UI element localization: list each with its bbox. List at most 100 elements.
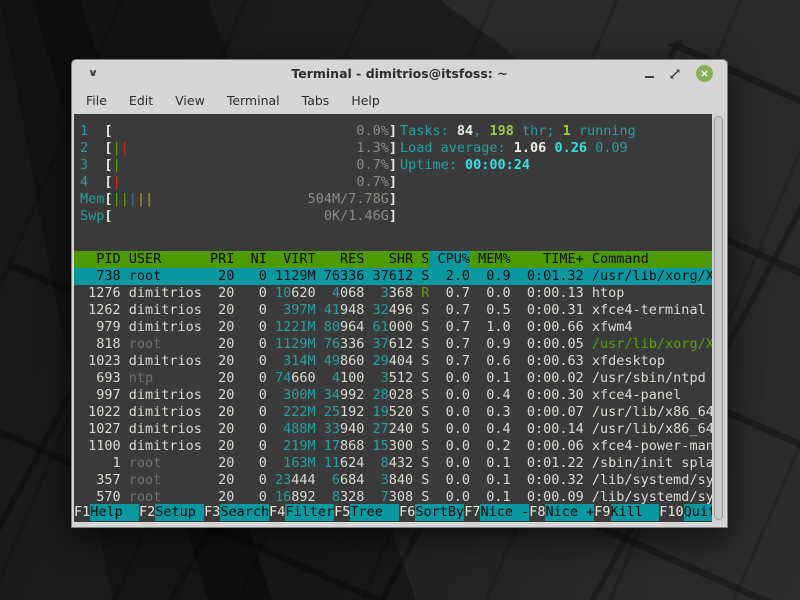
cell-user: dimitrios xyxy=(129,404,202,421)
cell-time: 0:00.05 xyxy=(519,336,584,353)
titlebar[interactable]: ∨ Terminal - dimitrios@itsfoss: ~ × xyxy=(72,60,727,87)
cell-user: root xyxy=(129,268,202,285)
cell-res: 76336 xyxy=(324,268,365,285)
cell-shr: 61000 xyxy=(373,319,414,336)
info-text: thr; xyxy=(514,123,563,139)
fkey-F1[interactable]: F1Help xyxy=(74,504,139,521)
column-header-cpu-sorted[interactable]: CPU% xyxy=(429,251,470,268)
cell-pri: 20 xyxy=(210,370,234,387)
fkey-label: Quit xyxy=(684,504,712,521)
fkey-F4[interactable]: F4Filter xyxy=(269,504,334,521)
column-header-command[interactable]: Command xyxy=(592,251,712,268)
column-header-time[interactable]: TIME+ xyxy=(519,251,584,268)
cell-mem: 0.0 xyxy=(478,285,511,302)
meter-value: 504M/7.78G xyxy=(308,191,389,208)
menu-tabs[interactable]: Tabs xyxy=(302,93,330,108)
column-header-ni[interactable]: NI xyxy=(243,251,267,268)
cell-mem: 0.6 xyxy=(478,353,511,370)
column-header-mem[interactable]: MEM% xyxy=(478,251,511,268)
meter-bracket: ] xyxy=(389,191,397,208)
cell-res: 76336 xyxy=(324,336,365,353)
fkey-F10[interactable]: F10Quit xyxy=(659,504,712,521)
menu-file[interactable]: File xyxy=(86,93,107,108)
meter-bar-yellow: | xyxy=(145,191,153,207)
close-icon[interactable]: × xyxy=(696,65,713,82)
meter-label: 4 xyxy=(80,174,104,191)
cell-virt: 222M xyxy=(275,404,316,421)
process-row[interactable]: 693ntp2007466041003512S0.00.10:00.02/usr… xyxy=(74,370,712,387)
cell-cpu: 0.7 xyxy=(438,336,471,353)
fkey-F6[interactable]: F6SortBy xyxy=(399,504,464,521)
meter-body: ||1.3% xyxy=(113,140,389,157)
column-header-virt[interactable]: VIRT xyxy=(275,251,316,268)
column-header-pid[interactable]: PID xyxy=(80,251,121,268)
column-header-res[interactable]: RES xyxy=(324,251,365,268)
info-text: running xyxy=(571,123,636,139)
cell-pid: 1022 xyxy=(80,404,121,421)
maximize-icon[interactable] xyxy=(669,68,681,80)
fkey-F5[interactable]: F5Tree xyxy=(334,504,399,521)
menu-view[interactable]: View xyxy=(175,93,205,108)
window-menu-chevron-icon[interactable]: ∨ xyxy=(88,68,99,79)
meter-label: 3 xyxy=(80,157,104,174)
process-row[interactable]: 1276dimitrios2001062040683368R0.70.00:00… xyxy=(74,285,712,302)
cell-user: ntp xyxy=(129,370,202,387)
meter-bar-green: | xyxy=(113,157,121,173)
menu-help[interactable]: Help xyxy=(351,93,380,108)
cell-command: xfce4-panel xyxy=(592,387,712,404)
process-row[interactable]: 1100dimitrios200219M1786815300S0.00.20:0… xyxy=(74,438,712,455)
cell-pri: 20 xyxy=(210,302,234,319)
cell-pri: 20 xyxy=(210,438,234,455)
scrollbar[interactable] xyxy=(712,114,725,522)
column-header-user[interactable]: USER xyxy=(129,251,202,268)
process-row[interactable]: 1root200163M116248432S0.00.10:01.22/sbin… xyxy=(74,455,712,472)
menu-terminal[interactable]: Terminal xyxy=(227,93,280,108)
cell-command: xfce4-power-man xyxy=(592,438,712,455)
meter-label: 1 xyxy=(80,123,104,140)
process-row[interactable]: 997dimitrios200300M3499228028S0.00.40:00… xyxy=(74,387,712,404)
fkey-number: F8 xyxy=(529,504,545,521)
cell-virt: 10620 xyxy=(275,285,316,302)
meter-bar-red: | xyxy=(113,174,121,190)
cell-virt: 314M xyxy=(275,353,316,370)
cell-ni: 0 xyxy=(243,353,267,370)
info-text: 00:00:24 xyxy=(465,157,530,173)
fkey-F9[interactable]: F9Kill xyxy=(594,504,659,521)
cell-command: /usr/lib/xorg/X xyxy=(592,336,712,353)
process-row[interactable]: 357root2002344466843840S0.00.10:00.32/li… xyxy=(74,472,712,489)
process-row[interactable]: 1023dimitrios200314M4986029404S0.70.60:0… xyxy=(74,353,712,370)
scrollbar-thumb[interactable] xyxy=(714,116,723,520)
process-row[interactable]: 1022dimitrios200222M2519219520S0.00.30:0… xyxy=(74,404,712,421)
cell-ni: 0 xyxy=(243,370,267,387)
meter-bracket: [ xyxy=(104,174,112,191)
menu-edit[interactable]: Edit xyxy=(129,93,153,108)
fkey-F8[interactable]: F8Nice + xyxy=(529,504,594,521)
process-row[interactable]: 979dimitrios2001221M8096461000S0.71.00:0… xyxy=(74,319,712,336)
process-row[interactable]: 1262dimitrios200397M4194832496S0.70.50:0… xyxy=(74,302,712,319)
cell-ni: 0 xyxy=(243,336,267,353)
cell-state: S xyxy=(421,370,429,387)
cell-user: dimitrios xyxy=(129,421,202,438)
column-header-pri[interactable]: PRI xyxy=(210,251,234,268)
cell-user: dimitrios xyxy=(129,302,202,319)
fkey-F3[interactable]: F3Search xyxy=(204,504,269,521)
cell-time: 0:00.31 xyxy=(519,302,584,319)
cell-mem: 0.4 xyxy=(478,387,511,404)
cell-state: S xyxy=(421,387,429,404)
process-row[interactable]: 818root2001129M7633637612S0.70.90:00.05/… xyxy=(74,336,712,353)
fkey-F7[interactable]: F7Nice - xyxy=(464,504,529,521)
meter-body: |0.7% xyxy=(113,174,389,191)
process-row[interactable]: 1027dimitrios200488M3394027240S0.00.40:0… xyxy=(74,421,712,438)
process-row[interactable]: 738root2001129M7633637612S2.00.90:01.32/… xyxy=(74,268,712,285)
cell-pri: 20 xyxy=(210,455,234,472)
column-header-state[interactable]: S xyxy=(421,251,429,268)
cell-cpu: 0.0 xyxy=(438,472,471,489)
fkey-label: Search xyxy=(220,504,269,521)
minimize-icon[interactable] xyxy=(645,76,654,78)
column-header-shr[interactable]: SHR xyxy=(373,251,414,268)
fkey-F2[interactable]: F2Setup xyxy=(139,504,204,521)
cell-time: 0:00.63 xyxy=(519,353,584,370)
cell-command: htop xyxy=(592,285,712,302)
cell-res: 80964 xyxy=(324,319,365,336)
meter-bracket: [ xyxy=(104,123,112,140)
